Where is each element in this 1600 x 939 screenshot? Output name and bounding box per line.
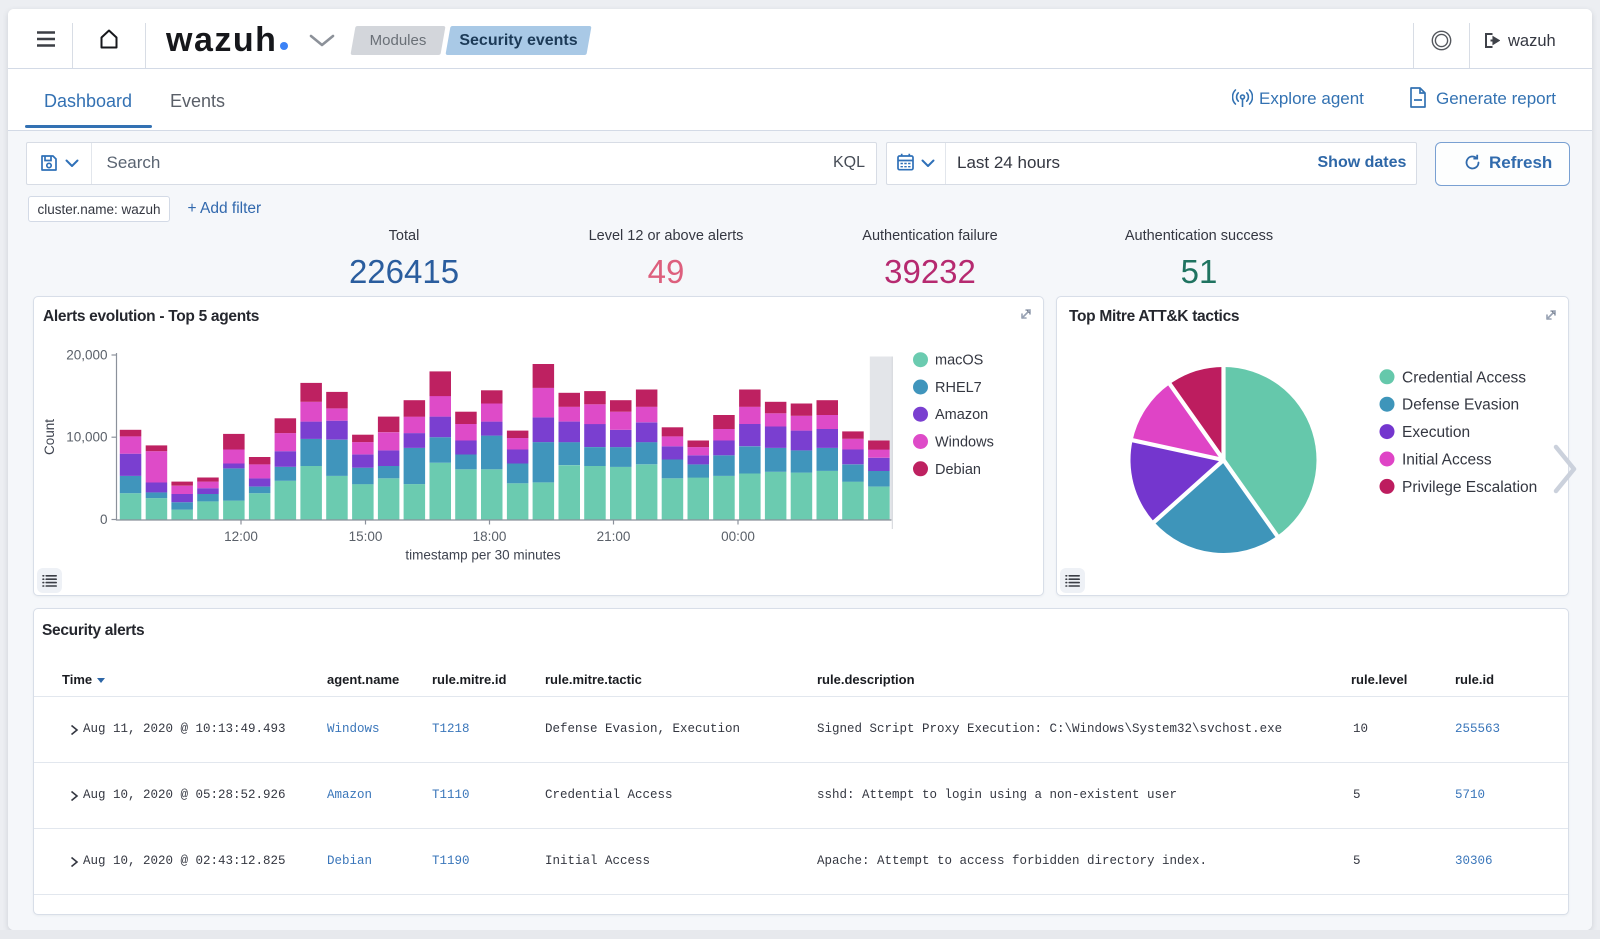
svg-text:12:00: 12:00 [224, 529, 258, 544]
svg-text:macOS: macOS [935, 353, 983, 369]
svg-text:18:00: 18:00 [473, 529, 507, 544]
svg-text:Initial Access: Initial Access [1402, 452, 1492, 469]
svg-text:Count: Count [42, 419, 57, 455]
svg-text:Credential Access: Credential Access [1402, 369, 1526, 386]
svg-text:Debian: Debian [935, 462, 981, 478]
svg-text:Privilege Escalation: Privilege Escalation [1402, 479, 1537, 496]
svg-text:15:00: 15:00 [349, 529, 383, 544]
svg-text:00:00: 00:00 [721, 529, 755, 544]
svg-text:Execution: Execution [1402, 424, 1470, 441]
svg-text:20,000: 20,000 [66, 348, 107, 363]
svg-text:Defense Evasion: Defense Evasion [1402, 397, 1519, 414]
svg-text:10,000: 10,000 [66, 430, 107, 445]
svg-text:RHEL7: RHEL7 [935, 380, 982, 396]
svg-text:0: 0 [100, 512, 108, 527]
svg-text:Windows: Windows [935, 435, 994, 451]
svg-text:timestamp per 30 minutes: timestamp per 30 minutes [405, 548, 561, 563]
svg-text:Amazon: Amazon [935, 407, 988, 423]
svg-text:21:00: 21:00 [597, 529, 631, 544]
